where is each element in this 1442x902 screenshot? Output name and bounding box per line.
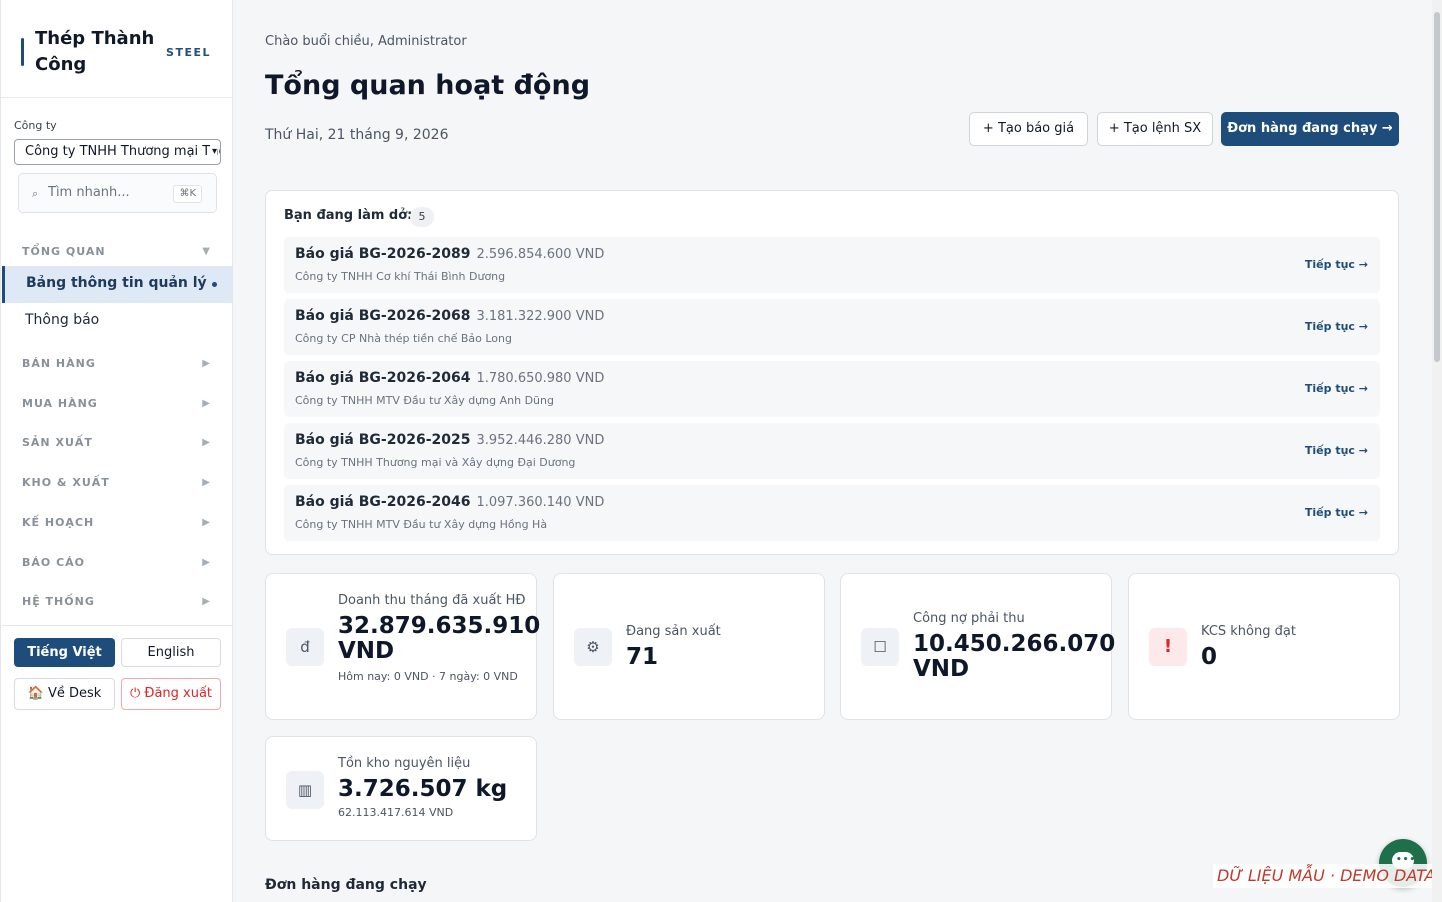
quote-amount: 3.181.322.900 VND — [476, 309, 605, 324]
chevron-right-icon[interactable]: ▶ — [202, 596, 210, 607]
page-scrollbar[interactable] — [1432, 0, 1442, 902]
work-in-progress-card: Bạn đang làm dở: 5 Báo giá BG-2026-2089 2… — [265, 190, 1399, 555]
continue-link[interactable]: Tiếp tục → — [1305, 258, 1368, 271]
kpi-value: 10.450.266.070 VND — [913, 631, 1116, 682]
nav-group-overview[interactable]: TỔNG QUAN — [22, 245, 106, 258]
continue-link[interactable]: Tiếp tục → — [1305, 382, 1368, 395]
chevron-down-icon[interactable]: ▼ — [202, 246, 210, 257]
list-item[interactable]: Báo giá BG-2026-2064 1.780.650.980 VND Cô… — [284, 361, 1380, 417]
running-orders-section-title: Đơn hàng đang chạy — [265, 877, 427, 893]
kpi-value: 0 — [1201, 644, 1218, 670]
kpi-label: Tồn kho nguyên liệu — [338, 756, 471, 771]
kpi-value: 32.879.635.910 VND — [338, 613, 541, 664]
gear-icon: ⚙ — [574, 628, 612, 666]
chevron-right-icon[interactable]: ▶ — [202, 517, 210, 528]
back-to-desk-button[interactable]: 🏠 Về Desk — [14, 678, 115, 710]
chevron-down-icon: ▾ — [209, 140, 217, 164]
greeting: Chào buổi chiều, Administrator — [265, 34, 467, 49]
quote-amount: 2.596.854.600 VND — [476, 247, 605, 262]
brand-accent-bar — [21, 38, 24, 66]
list-item[interactable]: Báo giá BG-2026-2089 2.596.854.600 VND Cô… — [284, 237, 1380, 293]
brand-header: Thép Thành Công STEEL — [1, 0, 232, 98]
create-production-order-button[interactable]: + Tạo lệnh SX — [1097, 112, 1213, 146]
nav-group-planning[interactable]: KẾ HOẠCH — [22, 516, 94, 529]
quote-amount: 3.952.446.280 VND — [476, 433, 605, 448]
chevron-right-icon[interactable]: ▶ — [202, 477, 210, 488]
kpi-label: Doanh thu tháng đã xuất HĐ — [338, 593, 526, 608]
demo-data-watermark: DỮ LIỆU MẪU · DEMO DATA — [1213, 864, 1440, 888]
company-label: Công ty — [14, 119, 57, 132]
chevron-right-icon[interactable]: ▶ — [202, 437, 210, 448]
brand-tag: STEEL — [166, 46, 211, 59]
quick-search-input[interactable]: ⌕ Tìm nhanh... ⌘K — [18, 173, 217, 213]
kpi-value: 3.726.507 kg — [338, 776, 508, 802]
chevron-right-icon[interactable]: ▶ — [202, 358, 210, 369]
kpi-label: Công nợ phải thu — [913, 611, 1025, 626]
sidebar-item-notifications[interactable]: Thông báo — [25, 312, 99, 328]
chevron-right-icon[interactable]: ▶ — [202, 398, 210, 409]
logout-button[interactable]: ⏻ Đăng xuất — [121, 678, 221, 710]
nav-group-reports[interactable]: BÁO CÁO — [22, 556, 85, 569]
kpi-card-receivable[interactable]: ☐ Công nợ phải thu 10.450.266.070 VND — [840, 573, 1116, 720]
sidebar: Thép Thành Công STEEL Công ty Công ty TN… — [0, 0, 233, 902]
quote-customer: Công ty TNHH Thương mại và Xây dựng Đại … — [295, 456, 576, 469]
search-icon: ⌕ — [32, 187, 39, 200]
kpi-label: Đang sản xuất — [626, 624, 721, 639]
kpi-note: 62.113.417.614 VND — [338, 806, 454, 819]
language-english-button[interactable]: English — [121, 638, 221, 667]
kpi-note: Hôm nay: 0 VND · 7 ngày: 0 VND — [338, 670, 518, 683]
nav-group-sales[interactable]: BÁN HÀNG — [22, 357, 96, 370]
quote-code: Báo giá BG-2026-2089 — [295, 246, 471, 262]
chevron-right-icon[interactable]: ▶ — [202, 557, 210, 568]
quote-code: Báo giá BG-2026-2068 — [295, 308, 471, 324]
page-title: Tổng quan hoạt động — [265, 70, 591, 101]
kpi-label: KCS không đạt — [1201, 624, 1296, 639]
quote-code: Báo giá BG-2026-2046 — [295, 494, 471, 510]
search-shortcut: ⌘K — [173, 185, 202, 203]
wip-count-badge: 5 — [410, 207, 434, 227]
create-quote-button[interactable]: + Tạo báo giá — [969, 112, 1088, 146]
sidebar-item-dashboard[interactable]: Bảng thông tin quản lý — [2, 266, 233, 303]
kpi-card-inventory[interactable]: ▥ Tồn kho nguyên liệu 3.726.507 kg 62.11… — [265, 736, 537, 841]
quote-amount: 1.097.360.140 VND — [476, 495, 605, 510]
scrollbar-thumb[interactable] — [1434, 12, 1440, 362]
list-item[interactable]: Báo giá BG-2026-2025 3.952.446.280 VND Cô… — [284, 423, 1380, 479]
document-icon: ☐ — [861, 628, 899, 666]
search-placeholder: Tìm nhanh... — [48, 185, 130, 200]
quote-customer: Công ty CP Nhà thép tiền chế Bảo Long — [295, 332, 512, 345]
page-date: Thứ Hai, 21 tháng 9, 2026 — [265, 127, 449, 143]
currency-icon: đ — [286, 628, 324, 666]
kpi-card-revenue[interactable]: đ Doanh thu tháng đã xuất HĐ 32.879.635.… — [265, 573, 541, 720]
sidebar-divider — [2, 625, 233, 626]
active-dot-icon — [212, 282, 217, 287]
nav-group-warehouse[interactable]: KHO & XUẤT — [22, 476, 110, 489]
quote-customer: Công ty TNHH MTV Đầu tư Xây dựng Hồng Hà — [295, 518, 548, 531]
language-vietnamese-button[interactable]: Tiếng Việt — [14, 638, 115, 667]
continue-link[interactable]: Tiếp tục → — [1305, 506, 1368, 519]
quote-customer: Công ty TNHH MTV Đầu tư Xây dựng Anh Dũn… — [295, 394, 554, 407]
kpi-card-production[interactable]: ⚙ Đang sản xuất 71 — [553, 573, 825, 720]
brand-name[interactable]: Thép Thành Công — [35, 26, 165, 78]
list-item[interactable]: Báo giá BG-2026-2046 1.097.360.140 VND Cô… — [284, 485, 1380, 541]
quote-code: Báo giá BG-2026-2025 — [295, 432, 471, 448]
quote-code: Báo giá BG-2026-2064 — [295, 370, 471, 386]
alert-icon: ! — [1149, 628, 1187, 666]
running-orders-button[interactable]: Đơn hàng đang chạy → — [1221, 112, 1399, 146]
company-select[interactable]: Công ty TNHH Thương mại Thép ▾ — [14, 139, 221, 165]
quote-customer: Công ty TNHH Cơ khí Thái Bình Dương — [295, 270, 506, 283]
chat-dots-icon: ••• — [1396, 855, 1417, 865]
warehouse-icon: ▥ — [286, 771, 324, 809]
kpi-card-qc-failed[interactable]: ! KCS không đạt 0 — [1128, 573, 1400, 720]
nav-group-purchasing[interactable]: MUA HÀNG — [22, 397, 98, 410]
continue-link[interactable]: Tiếp tục → — [1305, 320, 1368, 333]
company-select-value: Công ty TNHH Thương mại Thép — [25, 144, 221, 159]
continue-link[interactable]: Tiếp tục → — [1305, 444, 1368, 457]
list-item[interactable]: Báo giá BG-2026-2068 3.181.322.900 VND Cô… — [284, 299, 1380, 355]
nav-group-system[interactable]: HỆ THỐNG — [22, 595, 95, 608]
wip-title: Bạn đang làm dở: — [284, 208, 413, 223]
sidebar-item-label: Bảng thông tin quản lý — [26, 275, 207, 291]
quote-amount: 1.780.650.980 VND — [476, 371, 605, 386]
kpi-value: 71 — [626, 644, 659, 670]
nav-group-production[interactable]: SẢN XUẤT — [22, 436, 93, 449]
